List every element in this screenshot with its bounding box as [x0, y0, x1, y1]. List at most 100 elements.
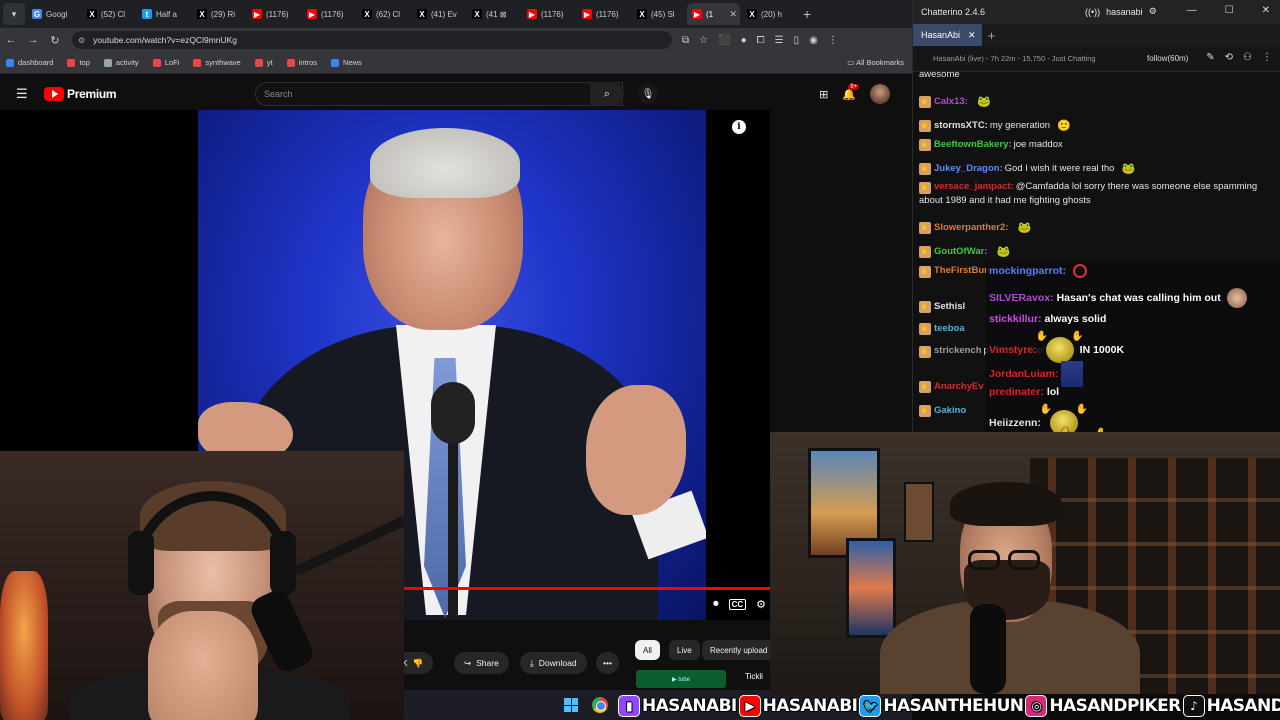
share-button[interactable]: ↪ Share: [454, 652, 509, 674]
more-icon[interactable]: ⋮: [1262, 52, 1272, 63]
emote-icon: 🐸: [996, 246, 1011, 258]
sub-badge-icon: ✋: [919, 405, 931, 417]
info-icon[interactable]: i: [732, 120, 746, 134]
chip-live[interactable]: Live: [669, 640, 700, 660]
profile-icon[interactable]: ◉: [809, 35, 818, 46]
more-actions-button[interactable]: •••: [596, 652, 619, 674]
download-button[interactable]: ⤓ Download: [520, 652, 587, 674]
chat-username[interactable]: GoutOfWar:: [934, 245, 987, 259]
menu-icon[interactable]: ⋮: [828, 35, 838, 46]
bookmark-item[interactable]: yt: [254, 58, 273, 67]
browser-tab[interactable]: X (62) Cl: [357, 3, 410, 25]
recommended-thumbnail[interactable]: ▶ tube: [636, 670, 726, 688]
chat-username[interactable]: Sethisl: [934, 300, 965, 314]
notifications-icon[interactable]: 🔔 9+: [842, 83, 860, 101]
cast-icon[interactable]: ⧉: [682, 35, 689, 46]
add-tab-icon[interactable]: +: [988, 28, 996, 43]
follower-mode[interactable]: follow(60m): [1147, 54, 1188, 63]
close-icon[interactable]: ✕: [729, 9, 737, 20]
chip-recently-uploaded[interactable]: Recently upload: [702, 640, 776, 660]
bookmark-star-icon[interactable]: ☆: [699, 35, 708, 46]
chat-username[interactable]: AnarchyEv: [934, 380, 984, 394]
chat-username[interactable]: Gakino: [934, 404, 966, 418]
all-bookmarks[interactable]: ▭ All Bookmarks: [847, 58, 904, 67]
minimize-icon[interactable]: —: [1187, 5, 1197, 16]
chat-username[interactable]: Jukey_Dragon:: [934, 162, 1003, 176]
bookmark-item[interactable]: LoFi: [152, 58, 179, 67]
extension-icon[interactable]: ●: [741, 35, 747, 46]
reload-icon[interactable]: ↻: [44, 34, 66, 47]
back-icon[interactable]: ←: [0, 34, 22, 46]
tab-search-icon[interactable]: ▾: [3, 3, 25, 25]
bookmark-item[interactable]: synthwave: [193, 58, 241, 67]
bookmark-item[interactable]: top: [67, 58, 90, 67]
maximize-icon[interactable]: ☐: [1225, 5, 1234, 16]
settings-gear-icon[interactable]: ⚙: [1149, 6, 1157, 17]
close-icon[interactable]: ✕: [1262, 5, 1270, 16]
search-icon[interactable]: ⌕: [590, 82, 624, 106]
chrome-taskbar-icon[interactable]: [592, 697, 608, 713]
refresh-icon[interactable]: ⟲: [1225, 52, 1233, 63]
close-icon[interactable]: ✕: [968, 30, 976, 41]
browser-tab[interactable]: ▶ (1176): [577, 3, 630, 25]
chatterino-tabs: HasanAbi ✕ +: [913, 24, 1280, 46]
video-progress-bar[interactable]: [404, 587, 770, 590]
chat-username[interactable]: teeboa: [934, 322, 965, 336]
forward-icon[interactable]: →: [22, 34, 44, 46]
bookmark-favicon-icon: [286, 58, 295, 67]
browser-tab[interactable]: X (45) Sl: [632, 3, 685, 25]
edit-icon[interactable]: ✎: [1206, 52, 1214, 63]
browser-tab[interactable]: X (41 ⊠: [467, 3, 520, 25]
chat-username[interactable]: strickench: [934, 345, 982, 356]
autoplay-toggle-icon[interactable]: ⏺: [713, 598, 719, 611]
tab-hasanabi[interactable]: HasanAbi ✕: [913, 24, 982, 46]
chat-username[interactable]: stormsXTC:: [934, 119, 988, 133]
chat-username[interactable]: versace_jampact:: [934, 181, 1014, 192]
bookmark-label: intros: [298, 58, 318, 67]
chat-username[interactable]: BeeftownBakery:: [934, 138, 1012, 152]
chat-username[interactable]: Calx13:: [934, 95, 968, 109]
browser-tab[interactable]: X (52) Cl: [82, 3, 135, 25]
bookmark-item[interactable]: dashboard: [6, 58, 53, 67]
tab-favicon-icon: ▶: [527, 9, 537, 19]
extension-icon[interactable]: ⬛: [718, 35, 730, 46]
webcam-guest: [0, 451, 404, 720]
list-icon[interactable]: ☰: [775, 35, 784, 46]
browser-tab[interactable]: X (41) Ev: [412, 3, 465, 25]
bookmark-item[interactable]: activity: [103, 58, 139, 67]
site-info-icon[interactable]: ⚙: [78, 36, 85, 45]
puzzle-icon[interactable]: ⧠: [757, 35, 765, 46]
bookmark-item[interactable]: intros: [286, 58, 318, 67]
settings-gear-icon[interactable]: ⚙: [756, 598, 766, 611]
browser-tab[interactable]: X (20) h: [742, 3, 795, 25]
search-input[interactable]: Search: [255, 82, 623, 106]
recommended-title[interactable]: Tickli: [745, 672, 763, 681]
browser-tab[interactable]: ▶ (1176): [302, 3, 355, 25]
chat-username[interactable]: Slowerpanther2:: [934, 221, 1008, 235]
bookmark-item[interactable]: News: [331, 58, 362, 67]
browser-tab[interactable]: G Googl: [27, 3, 80, 25]
create-icon[interactable]: ⊞: [819, 88, 828, 101]
captions-icon[interactable]: CC: [728, 599, 747, 610]
users-icon[interactable]: ⚇: [1243, 52, 1252, 63]
chip-all[interactable]: All: [635, 640, 660, 660]
url-input[interactable]: ⚙ youtube.com/watch?v=ezQCl9mnUKg: [72, 31, 672, 49]
social-handle: ♪HASANDPIKER: [1182, 695, 1280, 717]
windows-start-icon[interactable]: [564, 698, 578, 712]
message-text: God I wish it were real tho: [1004, 163, 1115, 174]
browser-tab[interactable]: X (29) Ri: [192, 3, 245, 25]
avatar[interactable]: [870, 84, 890, 104]
browser-tab[interactable]: t Half a: [137, 3, 190, 25]
browser-tab[interactable]: ▶ (1176): [522, 3, 575, 25]
tab-favicon-icon: X: [472, 9, 482, 19]
new-tab-icon[interactable]: +: [803, 6, 811, 22]
menu-icon[interactable]: ☰: [16, 86, 30, 102]
youtube-logo[interactable]: Premium: [44, 87, 117, 101]
sidepanel-icon[interactable]: ▯: [794, 35, 800, 46]
browser-tab[interactable]: ▶ (1 ✕: [687, 3, 740, 25]
account-switcher[interactable]: ((•)) hasanabi ⚙: [1085, 6, 1157, 17]
tab-title: Half a: [156, 9, 177, 19]
microphone-icon[interactable]: 🎙: [638, 84, 658, 104]
browser-tab[interactable]: ▶ (1176): [247, 3, 300, 25]
streamer-microphone: [970, 604, 1006, 694]
